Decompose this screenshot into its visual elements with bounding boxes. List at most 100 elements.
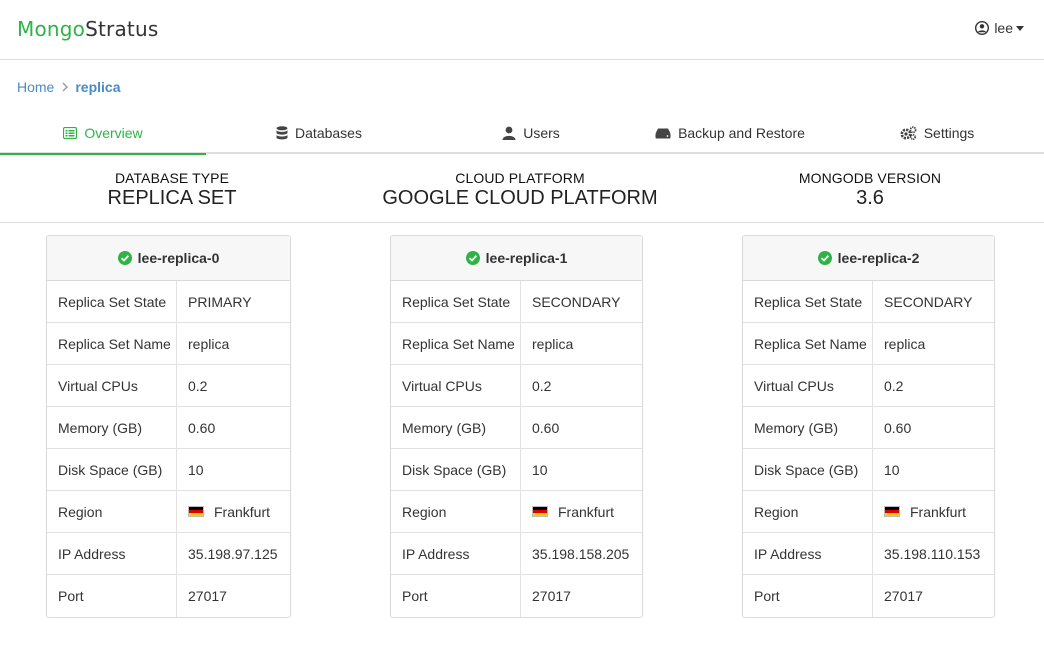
region-name: Frankfurt (214, 503, 271, 520)
de-flag-icon (532, 506, 548, 517)
row-value: SECONDARY (884, 293, 973, 310)
row-key: Disk Space (GB) (391, 449, 521, 490)
node-row-port: Port 27017 (743, 575, 994, 617)
row-value: 27017 (884, 588, 923, 604)
node-name: lee-replica-2 (837, 250, 920, 266)
logo-stratus: Stratus (85, 17, 159, 41)
region-name: Frankfurt (910, 503, 967, 520)
logo-mongo: Mongo (17, 17, 86, 41)
node-row-disk: Disk Space (GB) 10 (743, 449, 994, 491)
row-key: Region (47, 491, 177, 532)
caret-down-icon (1016, 26, 1024, 31)
summary-mongodb-version: MONGODB VERSION 3.6 (770, 170, 970, 210)
row-value: replica (188, 335, 230, 352)
tab-settings-label: Settings (923, 125, 975, 141)
node-name: lee-replica-0 (137, 250, 220, 266)
row-value: replica (532, 335, 574, 352)
node-row-region: Region Frankfurt (391, 491, 642, 533)
node-row-ip: IP Address 35.198.158.205 (391, 533, 642, 575)
de-flag-icon (188, 506, 204, 517)
node-row-set-name: Replica Set Name replica (391, 323, 642, 365)
row-value: SECONDARY (532, 293, 621, 310)
row-key: Virtual CPUs (47, 365, 177, 406)
list-icon (63, 126, 78, 139)
row-key: Virtual CPUs (391, 365, 521, 406)
node-name: lee-replica-1 (485, 250, 568, 266)
replica-node-card: lee-replica-0 Replica Set State PRIMARY R… (46, 235, 291, 618)
row-key: IP Address (391, 533, 521, 574)
tab-databases[interactable]: Databases (206, 112, 432, 154)
row-value: 35.198.97.125 (188, 545, 278, 562)
row-value-region: Frankfurt (521, 491, 642, 532)
user-circle-icon (975, 21, 990, 35)
breadcrumb-home-link[interactable]: Home (17, 79, 54, 95)
node-header: lee-replica-2 (743, 236, 994, 281)
tab-bar: Overview Databases Users Backup and Rest… (0, 112, 1044, 155)
check-circle-icon (817, 251, 832, 265)
node-row-region: Region Frankfurt (47, 491, 290, 533)
row-value: 0.60 (188, 419, 216, 436)
user-icon (502, 126, 516, 140)
summary-database-type: DATABASE TYPE REPLICA SET (72, 170, 272, 210)
tab-settings[interactable]: Settings (830, 112, 1044, 154)
summary-value: REPLICA SET (107, 187, 237, 209)
row-key: Replica Set Name (47, 323, 177, 364)
row-value: 27017 (532, 588, 571, 604)
row-value: 0.2 (188, 377, 208, 394)
row-value: 10 (532, 461, 548, 478)
database-icon (276, 126, 288, 140)
row-value: 0.60 (884, 419, 912, 436)
row-key: Replica Set Name (391, 323, 521, 364)
row-value: 27017 (188, 588, 227, 604)
row-key: Virtual CPUs (743, 365, 873, 406)
node-row-vcpus: Virtual CPUs 0.2 (47, 365, 290, 407)
row-value: replica (884, 335, 926, 352)
app-logo[interactable]: MongoStratus (17, 17, 158, 41)
tab-users-label: Users (523, 125, 560, 141)
row-key: Memory (GB) (391, 407, 521, 448)
tab-backup-restore[interactable]: Backup and Restore (630, 112, 830, 154)
summary-cloud-platform: CLOUD PLATFORM GOOGLE CLOUD PLATFORM (370, 170, 670, 210)
row-value: PRIMARY (188, 293, 252, 310)
node-header: lee-replica-1 (391, 236, 642, 281)
row-key: Replica Set Name (743, 323, 873, 364)
node-header: lee-replica-0 (47, 236, 290, 281)
tab-backup-label: Backup and Restore (678, 125, 805, 141)
user-name: lee (994, 20, 1013, 36)
row-key: Region (391, 491, 521, 532)
tab-users[interactable]: Users (432, 112, 630, 154)
user-menu-button[interactable]: lee (975, 20, 1024, 36)
tab-overview[interactable]: Overview (0, 112, 206, 155)
row-key: Replica Set State (47, 281, 177, 322)
row-key: Memory (GB) (47, 407, 177, 448)
node-row-vcpus: Virtual CPUs 0.2 (743, 365, 994, 407)
app-header: MongoStratus lee (0, 0, 1044, 60)
cluster-summary: DATABASE TYPE REPLICA SET CLOUD PLATFORM… (0, 156, 1044, 223)
row-value: 35.198.158.205 (532, 545, 630, 562)
row-key: Disk Space (GB) (743, 449, 873, 490)
node-row-set-name: Replica Set Name replica (743, 323, 994, 365)
node-row-state: Replica Set State SECONDARY (391, 281, 642, 323)
chevron-right-icon (62, 82, 69, 92)
breadcrumb: Home replica (17, 79, 121, 95)
row-key: Replica Set State (743, 281, 873, 322)
tab-databases-label: Databases (295, 125, 362, 141)
region-name: Frankfurt (558, 503, 615, 520)
node-row-ip: IP Address 35.198.97.125 (47, 533, 290, 575)
row-value: 0.60 (532, 419, 560, 436)
summary-value: 3.6 (856, 187, 884, 209)
row-value-region: Frankfurt (873, 491, 994, 532)
node-row-memory: Memory (GB) 0.60 (743, 407, 994, 449)
node-row-disk: Disk Space (GB) 10 (391, 449, 642, 491)
cogs-icon (900, 126, 917, 140)
row-key: Disk Space (GB) (47, 449, 177, 490)
replica-node-card: lee-replica-1 Replica Set State SECONDARY… (390, 235, 643, 618)
node-row-disk: Disk Space (GB) 10 (47, 449, 290, 491)
node-row-port: Port 27017 (391, 575, 642, 617)
summary-label: DATABASE TYPE (114, 170, 230, 186)
row-value: 10 (188, 461, 204, 478)
row-key: Port (743, 575, 873, 617)
breadcrumb-current: replica (75, 79, 121, 95)
row-value-region: Frankfurt (177, 491, 290, 532)
row-key: Region (743, 491, 873, 532)
